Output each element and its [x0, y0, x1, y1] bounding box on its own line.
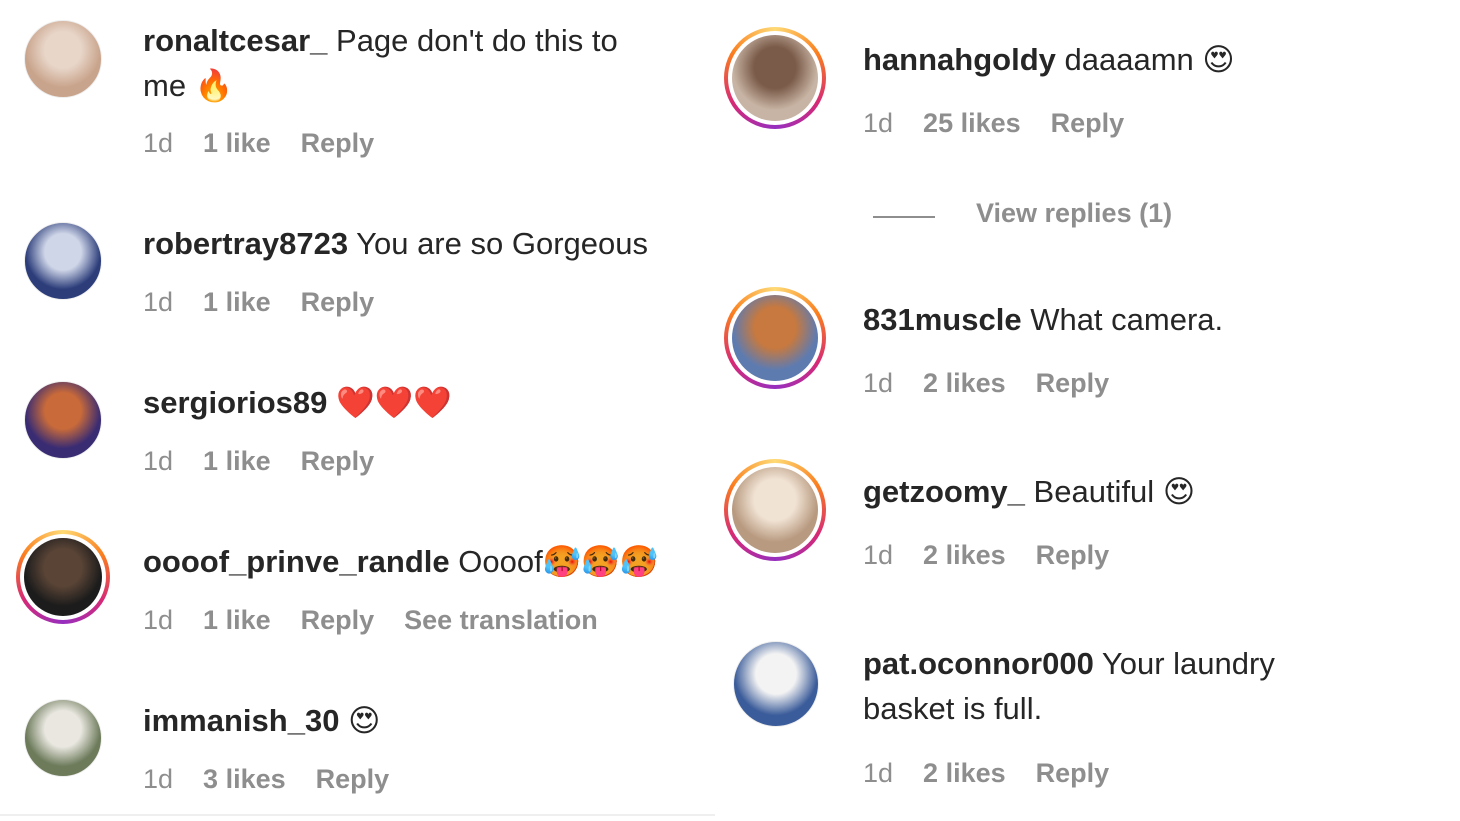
avatar[interactable] — [24, 381, 102, 459]
timestamp: 1d — [863, 368, 894, 398]
likes-count[interactable]: 1 like — [203, 446, 271, 477]
username-link[interactable]: hannahgoldy — [863, 42, 1056, 77]
username-link[interactable]: 831muscle — [863, 302, 1022, 337]
comment-text: hannahgoldy daaaamn 😍 — [863, 37, 1423, 83]
right-comments-panel: hannahgoldy daaaamn 😍 1d 25 likes Reply 831m… — [715, 0, 1460, 821]
emoji: 😍 — [348, 703, 381, 739]
comment-text: 831muscle What camera. — [863, 297, 1423, 342]
username-link[interactable]: ronaltcesar_ — [143, 23, 327, 58]
avatar — [732, 467, 818, 553]
reply-button[interactable]: Reply — [301, 128, 375, 159]
comment-body: What camera. — [1030, 302, 1224, 337]
emoji: ❤️❤️❤️ — [336, 385, 452, 421]
story-ring[interactable] — [724, 27, 826, 129]
divider — [0, 814, 715, 816]
reply-button[interactable]: Reply — [1036, 758, 1110, 789]
avatar — [24, 538, 102, 616]
left-comments-panel: ronaltcesar_ Page don't do this to me 🔥 1d… — [0, 0, 715, 821]
avatar — [732, 295, 818, 381]
reply-button[interactable]: Reply — [1051, 108, 1125, 139]
timestamp: 1d — [143, 605, 174, 635]
story-ring[interactable] — [724, 459, 826, 561]
comment-meta: 1d 2 likes Reply — [863, 368, 1139, 399]
timestamp: 1d — [863, 758, 894, 788]
timestamp: 1d — [863, 540, 894, 570]
comment-meta: 1d 3 likes Reply — [143, 764, 419, 795]
timestamp: 1d — [143, 446, 174, 476]
comment-meta: 1d 2 likes Reply — [863, 540, 1139, 571]
reply-button[interactable]: Reply — [301, 446, 375, 477]
reply-button[interactable]: Reply — [1036, 368, 1110, 399]
comment-meta: 1d 25 likes Reply — [863, 108, 1154, 139]
comment-body: daaaamn — [1064, 42, 1194, 77]
avatar[interactable] — [24, 699, 102, 777]
comment-text: pat.oconnor000 Your laundry basket is ful… — [863, 641, 1423, 731]
comment-body-continued: me — [143, 68, 187, 103]
emoji: 🥵🥵🥵 — [542, 544, 659, 580]
comment-meta: 1d 1 like Reply See translation — [143, 605, 628, 636]
reply-button[interactable]: Reply — [316, 764, 390, 795]
comment-text: ronaltcesar_ Page don't do this to me 🔥 — [143, 18, 703, 109]
comment-text: sergiorios89 ❤️❤️❤️ — [143, 380, 703, 426]
comment-meta: 1d 1 like Reply — [143, 128, 404, 159]
username-link[interactable]: robertray8723 — [143, 226, 348, 261]
comment-meta: 1d 2 likes Reply — [863, 758, 1139, 789]
comment-meta: 1d 1 like Reply — [143, 446, 404, 477]
username-link[interactable]: getzoomy_ — [863, 474, 1025, 509]
likes-count[interactable]: 2 likes — [923, 540, 1006, 571]
username-link[interactable]: pat.oconnor000 — [863, 646, 1094, 681]
story-ring[interactable] — [16, 530, 110, 624]
avatar — [732, 35, 818, 121]
likes-count[interactable]: 1 like — [203, 128, 271, 159]
username-link[interactable]: immanish_30 — [143, 703, 339, 738]
likes-count[interactable]: 2 likes — [923, 368, 1006, 399]
comment-text: immanish_30 😍 — [143, 698, 703, 744]
comment-text: oooof_prinve_randle Oooof🥵🥵🥵 — [143, 539, 703, 585]
comment-body: Oooof — [458, 544, 543, 579]
avatar[interactable] — [733, 641, 819, 727]
comment-body-continued: basket is full. — [863, 691, 1043, 726]
username-link[interactable]: sergiorios89 — [143, 385, 327, 420]
emoji: 🔥 — [194, 68, 234, 104]
timestamp: 1d — [143, 128, 174, 158]
reply-button[interactable]: Reply — [1036, 540, 1110, 571]
likes-count[interactable]: 25 likes — [923, 108, 1021, 139]
likes-count[interactable]: 2 likes — [923, 758, 1006, 789]
comment-body: Page don't do this to — [336, 23, 618, 58]
comment-meta: 1d 1 like Reply — [143, 287, 404, 318]
comment-body: You are so Gorgeous — [356, 226, 648, 261]
username-link[interactable]: oooof_prinve_randle — [143, 544, 450, 579]
timestamp: 1d — [863, 108, 894, 138]
emoji: 😍 — [1202, 42, 1235, 78]
comment-text: getzoomy_ Beautiful 😍 — [863, 469, 1423, 515]
likes-count[interactable]: 3 likes — [203, 764, 286, 795]
view-replies-dash — [873, 216, 935, 218]
emoji: 😍 — [1162, 474, 1196, 510]
timestamp: 1d — [143, 764, 174, 794]
see-translation-button[interactable]: See translation — [404, 605, 598, 636]
avatar[interactable] — [24, 222, 102, 300]
comment-body: Your laundry — [1101, 646, 1275, 681]
story-ring[interactable] — [724, 287, 826, 389]
likes-count[interactable]: 1 like — [203, 287, 271, 318]
reply-button[interactable]: Reply — [301, 605, 375, 636]
avatar[interactable] — [24, 20, 102, 98]
likes-count[interactable]: 1 like — [203, 605, 271, 636]
timestamp: 1d — [143, 287, 174, 317]
view-replies-button[interactable]: View replies (1) — [976, 198, 1172, 229]
comment-body: Beautiful — [1033, 474, 1155, 509]
comment-text: robertray8723 You are so Gorgeous — [143, 221, 703, 266]
reply-button[interactable]: Reply — [301, 287, 375, 318]
